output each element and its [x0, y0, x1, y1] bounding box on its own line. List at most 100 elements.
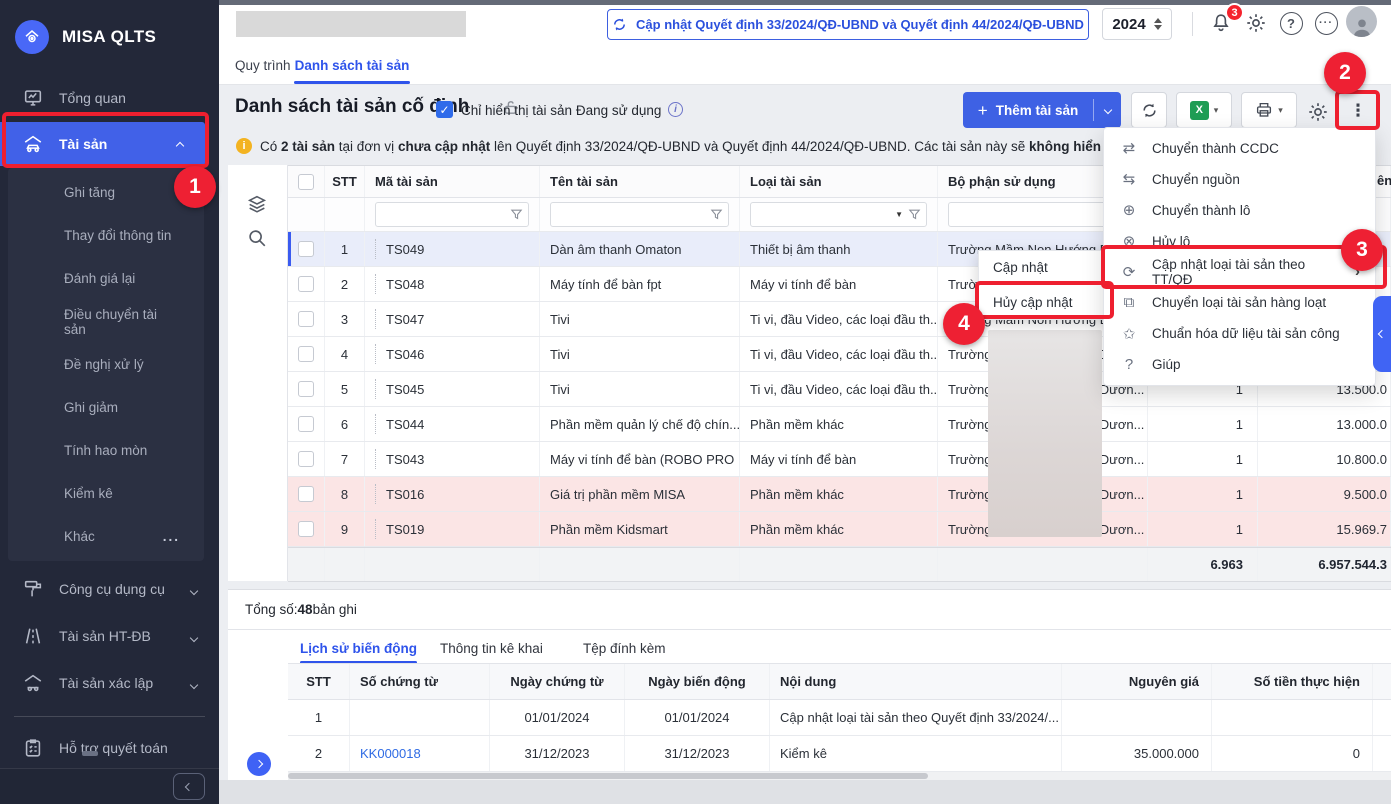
settings-button[interactable] — [1243, 10, 1269, 36]
filter-type[interactable]: ▼ — [740, 198, 938, 231]
redacted-department-area — [988, 330, 1102, 537]
menu-item[interactable]: ⊗ Hủy lô — [1104, 226, 1375, 257]
sidebar-subitem[interactable]: Ghi giảm — [8, 386, 204, 429]
column-header-name[interactable]: Tên tài sản — [540, 166, 740, 197]
row-checkbox[interactable] — [288, 337, 325, 371]
redacted-org-name — [236, 11, 466, 37]
row-checkbox[interactable] — [288, 477, 325, 511]
filter-name[interactable] — [540, 198, 740, 231]
menu-item-icon: ⇆ — [1119, 170, 1139, 188]
expand-panel-button[interactable] — [247, 752, 271, 776]
more-options-button[interactable]: ··· — [1313, 10, 1339, 36]
sidebar-subitem[interactable]: Thay đổi thông tin — [8, 214, 204, 257]
cell-cost: 15.969.7 — [1258, 512, 1391, 546]
row-checkbox[interactable] — [288, 302, 325, 336]
submenu-item[interactable]: Cập nhật — [979, 251, 1113, 285]
horizontal-scrollbar[interactable] — [288, 772, 1391, 780]
tab-process[interactable]: Quy trình — [235, 50, 291, 81]
ellipsis-icon: ··· — [1315, 12, 1338, 35]
column-header-content: Nội dung — [770, 664, 1062, 699]
sidebar-subitem[interactable]: Kiểm kê — [8, 472, 204, 515]
export-excel-button[interactable]: X▾ — [1176, 92, 1232, 128]
tab-attachments[interactable]: Tệp đính kèm — [583, 634, 666, 662]
sidebar-item-established-assets[interactable]: Tài sản xác lập — [0, 659, 219, 706]
search-button[interactable] — [246, 227, 268, 249]
menu-item[interactable]: ⧉ Chuyển loại tài sản hàng loạt — [1104, 287, 1375, 318]
group-layers-button[interactable] — [246, 193, 268, 215]
vertical-ellipsis-icon: ⋮ — [1350, 101, 1367, 121]
table-row[interactable]: 9 TS019 Phần mềm Kidsmart Phần mềm khác … — [288, 512, 1391, 547]
scrollbar-thumb[interactable] — [288, 773, 928, 779]
tab-label: Quy trình — [235, 58, 291, 73]
row-checkbox[interactable] — [288, 232, 325, 266]
tab-movement-history[interactable]: Lịch sử biến động — [300, 634, 417, 662]
year-stepper-icon[interactable] — [1154, 18, 1162, 30]
update-decision-label: Cập nhật Quyết định 33/2024/QĐ-UBND và Q… — [636, 17, 1084, 32]
menu-item[interactable]: ⊕ Chuyển thành lô — [1104, 195, 1375, 226]
sidebar-collapse-button[interactable] — [173, 773, 205, 800]
table-row[interactable]: 8 TS016 Giá trị phần mềm MISA Phần mềm k… — [288, 477, 1391, 512]
row-checkbox[interactable] — [288, 407, 325, 441]
tab-declaration-info[interactable]: Thông tin kê khai — [440, 634, 543, 662]
add-asset-dropdown[interactable] — [1094, 107, 1121, 113]
document-link[interactable] — [350, 700, 490, 735]
table-settings-button[interactable] — [1305, 99, 1331, 125]
sidebar-item-tools[interactable]: Công cụ dụng cụ — [0, 565, 219, 612]
table-row[interactable]: 6 TS044 Phần mềm quản lý chế độ chín... … — [288, 407, 1391, 442]
history-row[interactable]: 1 01/01/2024 01/01/2024 Cập nhật loại tà… — [288, 700, 1391, 736]
print-button[interactable]: ▾ — [1241, 92, 1297, 128]
add-asset-button[interactable]: + Thêm tài sản — [963, 92, 1121, 128]
help-button[interactable]: ? — [1278, 10, 1304, 36]
search-icon — [246, 227, 268, 249]
more-actions-button[interactable]: ⋮ — [1343, 97, 1373, 125]
info-icon[interactable]: i — [668, 102, 683, 117]
menu-item[interactable]: ? Giúp — [1104, 349, 1375, 380]
cell-qty: 1 — [1148, 512, 1258, 546]
column-header-stt[interactable]: STT — [325, 166, 365, 197]
row-checkbox[interactable] — [288, 267, 325, 301]
filter-code[interactable] — [365, 198, 540, 231]
year-selector[interactable]: 2024 — [1102, 8, 1172, 40]
sidebar-item-settlement[interactable]: Hỗ trợ quyết toán — [0, 725, 219, 771]
cell-cost: 35.000.000 — [1062, 736, 1212, 771]
row-checkbox[interactable] — [288, 442, 325, 476]
show-in-use-checkbox[interactable]: ✓ — [436, 101, 453, 118]
sidebar-item-assets[interactable]: Tài sản — [0, 122, 205, 166]
row-checkbox[interactable] — [288, 512, 325, 546]
topbar-divider — [1192, 12, 1193, 36]
submenu-item[interactable]: Hủy cập nhật — [979, 285, 1113, 319]
excel-icon: X — [1190, 101, 1209, 120]
sidebar-subitem[interactable]: Điều chuyển tài sản — [8, 300, 204, 343]
cell-amount: 0 — [1212, 736, 1373, 771]
update-decision-button[interactable]: Cập nhật Quyết định 33/2024/QĐ-UBND và Q… — [607, 9, 1089, 40]
sidebar-item-infrastructure[interactable]: Tài sản HT-ĐB — [0, 612, 219, 659]
cell-type: Máy vi tính để bàn — [740, 267, 938, 301]
table-row[interactable]: 7 TS043 Máy vi tính để bàn (ROBO PRO ...… — [288, 442, 1391, 477]
document-link[interactable]: KK000018 — [350, 736, 490, 771]
menu-item[interactable]: ⇆ Chuyển nguồn — [1104, 164, 1375, 195]
panel-collapse-tab[interactable] — [1373, 296, 1391, 372]
select-all-checkbox[interactable] — [288, 166, 325, 197]
cell-code: TS045 — [365, 372, 540, 406]
column-header-code[interactable]: Mã tài sản — [365, 166, 540, 197]
cell-type: Ti vi, đầu Video, các loại đầu th... — [740, 302, 938, 336]
annotation-step-3: 3 — [1341, 229, 1383, 271]
sidebar-subitem[interactable]: Đề nghị xử lý — [8, 343, 204, 386]
menu-item[interactable]: ⟳ Cập nhật loại tài sản theo TT/QĐ › — [1104, 257, 1375, 288]
refresh-button[interactable] — [1131, 92, 1167, 128]
tab-asset-list[interactable]: Danh sách tài sản — [294, 50, 410, 81]
sidebar-subitem[interactable]: Đánh giá lại — [8, 257, 204, 300]
notifications-button[interactable]: 3 — [1208, 10, 1234, 36]
sidebar-subitem[interactable]: Tính hao mòn — [8, 429, 204, 472]
row-checkbox[interactable] — [288, 372, 325, 406]
history-row[interactable]: 2 KK000018 31/12/2023 31/12/2023 Kiểm kê… — [288, 736, 1391, 772]
sidebar-item-overview[interactable]: Tổng quan — [0, 74, 219, 122]
cell-type: Thiết bị âm thanh — [740, 232, 938, 266]
cell-code: TS043 — [365, 442, 540, 476]
annotation-step-1: 1 — [174, 166, 216, 208]
column-header-type[interactable]: Loại tài sản — [740, 166, 938, 197]
user-avatar[interactable] — [1346, 6, 1377, 37]
sidebar-subitem[interactable]: Khác ... — [8, 515, 204, 558]
menu-item[interactable]: ⇄ Chuyển thành CCDC — [1104, 133, 1375, 164]
menu-item[interactable]: ✩ Chuẩn hóa dữ liệu tài sản công — [1104, 318, 1375, 349]
